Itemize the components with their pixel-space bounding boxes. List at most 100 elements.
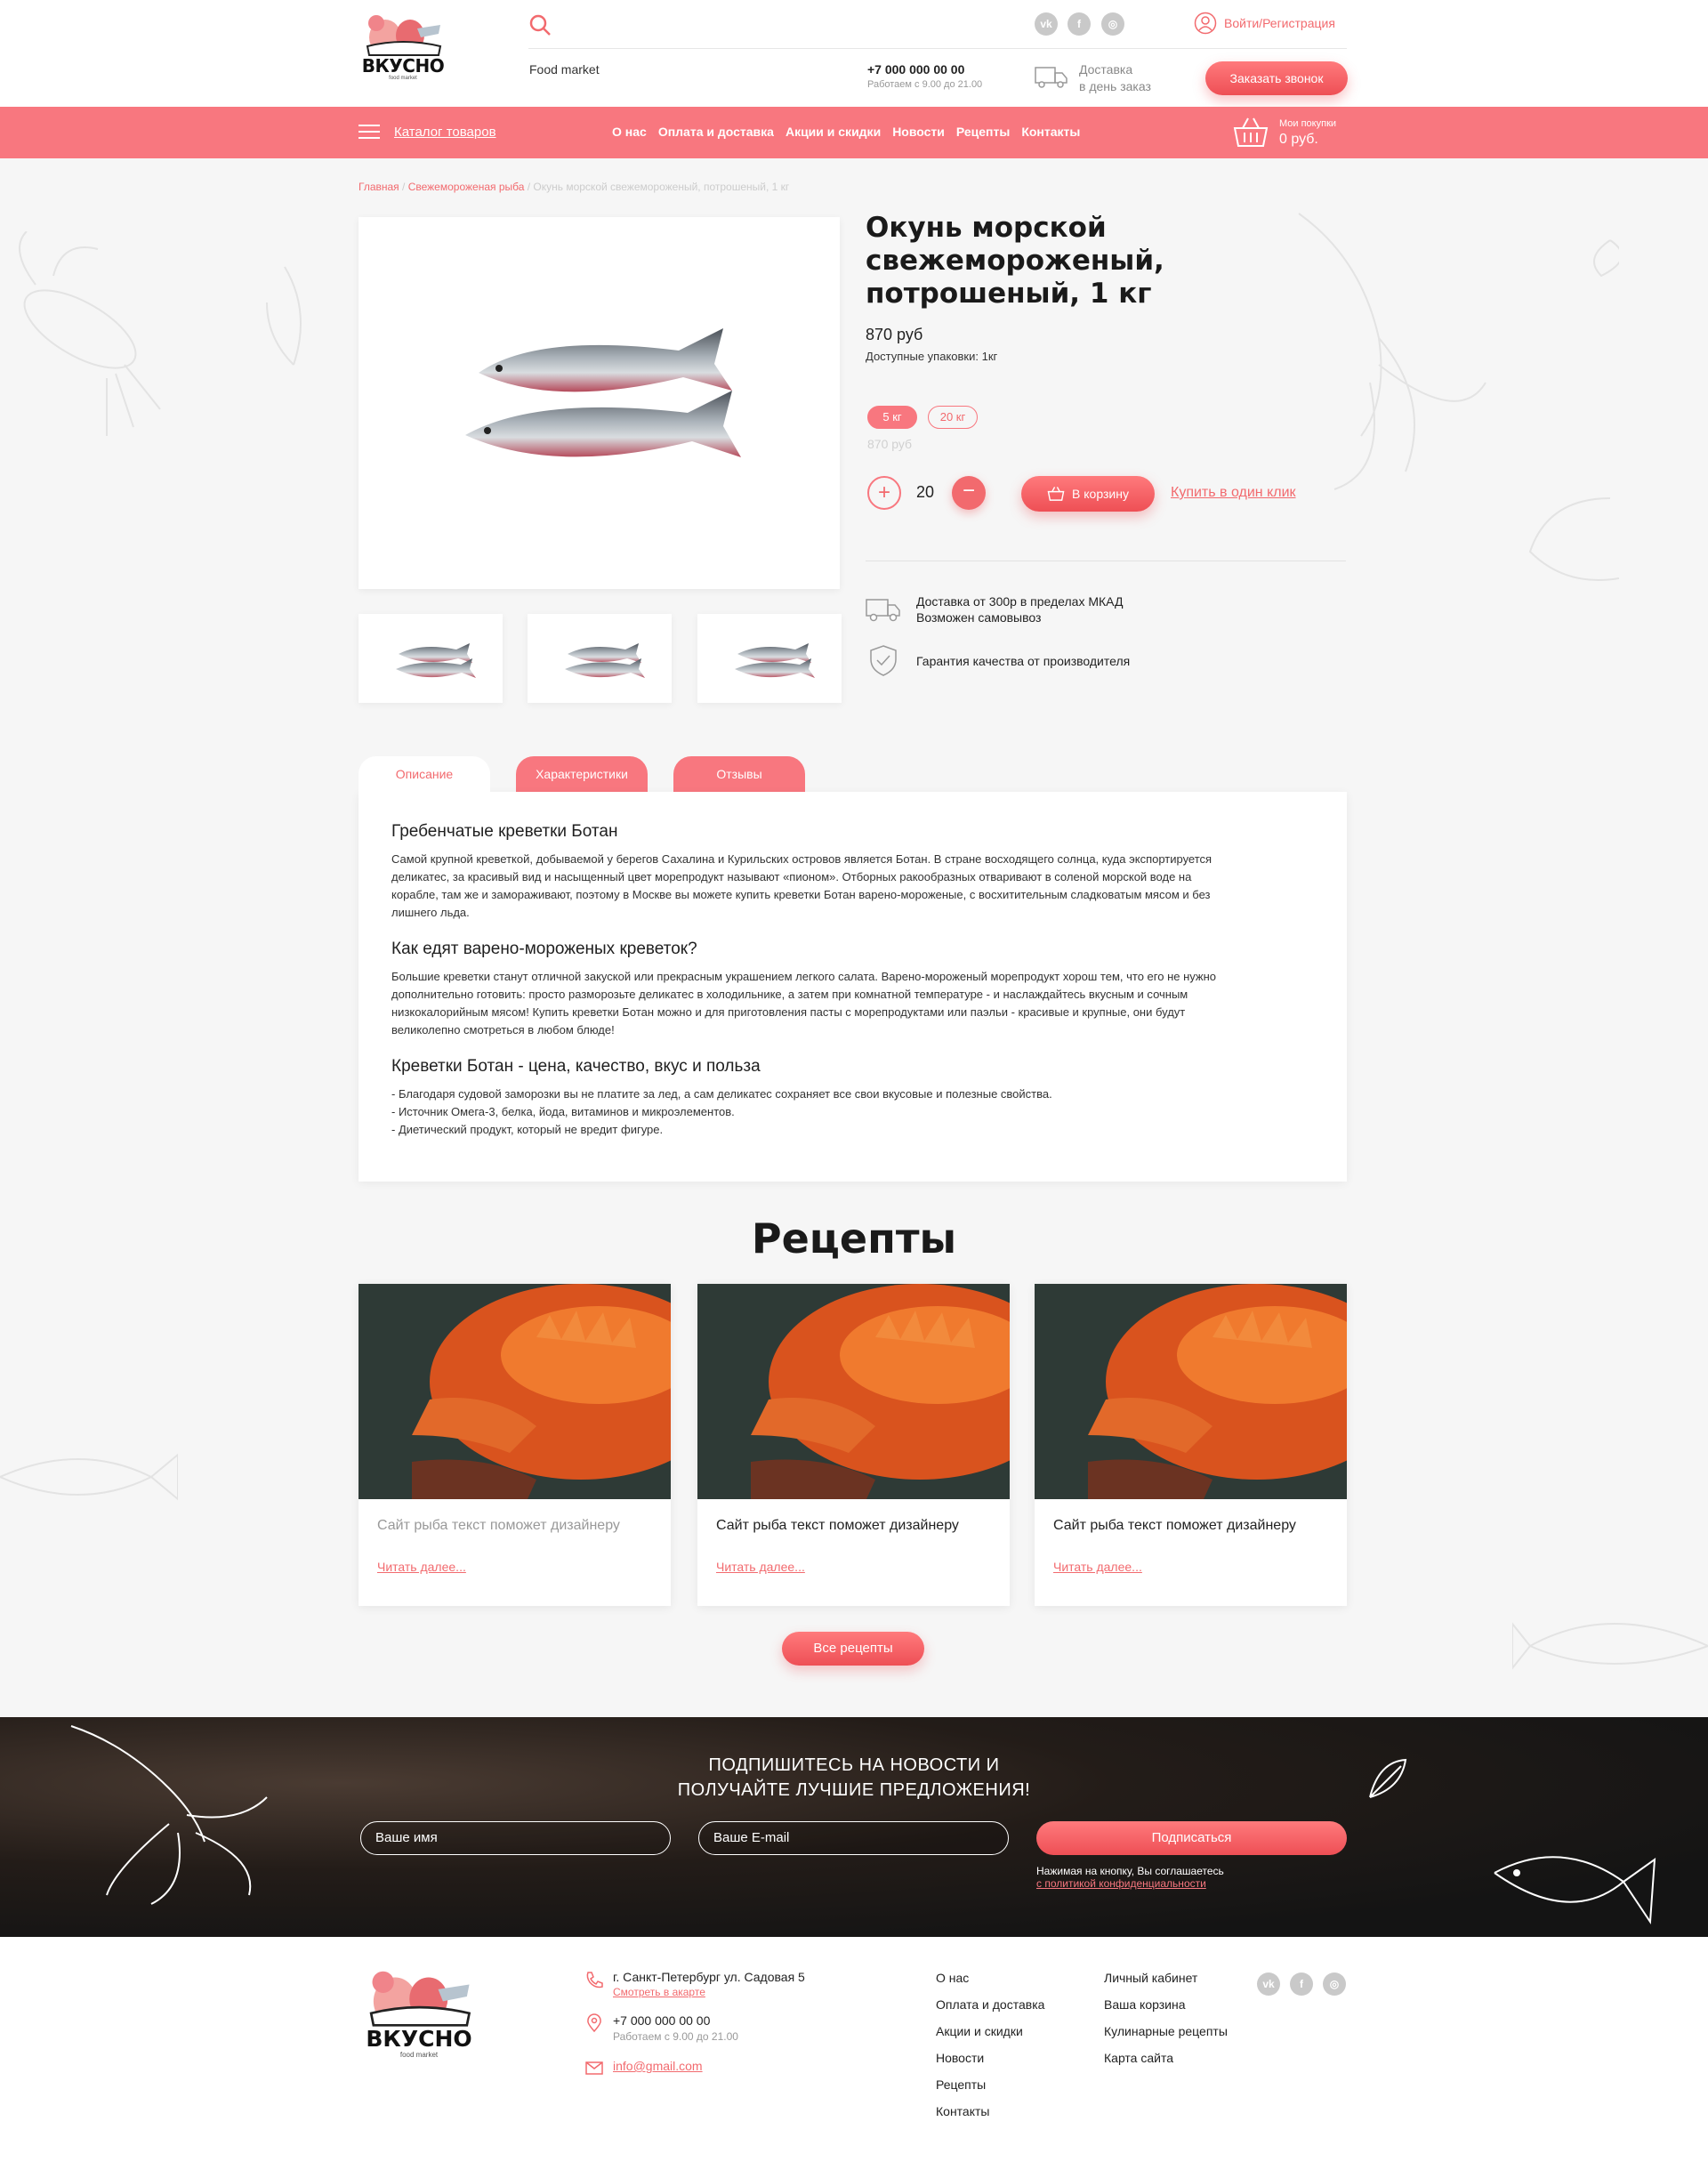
recipe-card-3[interactable]: Сайт рыба текст поможет дизайнеру Читать… [1035,1284,1347,1606]
read-more-link[interactable]: Читать далее... [716,1560,805,1574]
login-link[interactable]: Войти/Регистрация [1194,12,1335,35]
footer-link-news[interactable]: Новости [936,2051,1044,2077]
nav-item-sales[interactable]: Акции и скидки [786,125,881,139]
quantity-decrease-button[interactable]: − [952,476,986,510]
subscribe-button[interactable]: Подписаться [1036,1821,1347,1855]
quantity-value[interactable]: 20 [916,483,934,502]
footer-link-about[interactable]: О нас [936,1971,1044,1997]
vk-icon[interactable]: vk [1257,1972,1280,1996]
available-packs: Доступные упаковки: 1кг [866,350,998,363]
footer-address: г. Санкт-Петербург ул. Садовая 5 [613,1970,805,1984]
product-thumb-1[interactable] [359,614,503,703]
pack-option-20kg[interactable]: 20 кг [928,406,978,429]
squid-doodle-icon [1298,213,1619,581]
nav-item-news[interactable]: Новости [892,125,945,139]
pack-price: 870 руб [867,437,913,451]
footer-menu-1: О нас Оплата и доставка Акции и скидки Н… [936,1971,1044,2131]
vk-icon[interactable]: vk [1035,12,1058,36]
map-link[interactable]: Смотреть в акарте [613,1986,705,1998]
product-thumb-2[interactable] [528,614,672,703]
quantity-increase-button[interactable]: + [867,476,901,510]
brand-sub: food market [389,76,417,81]
footer-email[interactable]: info@gmail.com [613,2059,703,2073]
facebook-icon[interactable]: f [1290,1972,1313,1996]
brand-name: ВКУСНО [361,55,445,77]
footer-link-contacts[interactable]: Контакты [936,2104,1044,2131]
fish-doodle-icon [0,1453,178,1501]
description-heading-3: Креветки Ботан - цена, качество, вкус и … [391,1057,761,1076]
feature-delivery: Доставка от 300р в пределах МКАД Возможе… [916,593,1123,625]
footer-link-sitemap[interactable]: Карта сайта [1104,2051,1228,2077]
header-phone[interactable]: +7 000 000 00 00 [867,62,964,77]
search-icon[interactable] [528,13,552,36]
quality-shield-icon [870,645,897,676]
tab-description[interactable]: Описание [359,756,490,799]
delivery-line-2: в день заказ [1079,79,1151,93]
facebook-icon[interactable]: f [1068,12,1091,36]
logo[interactable]: ВКУСНО food market [359,11,447,93]
nav-item-contacts[interactable]: Контакты [1021,125,1080,139]
footer-link-payment[interactable]: Оплата и доставка [936,1997,1044,2024]
nav-item-payment[interactable]: Оплата и доставка [658,125,774,139]
read-more-link[interactable]: Читать далее... [1053,1560,1142,1574]
footer-link-sales[interactable]: Акции и скидки [936,2024,1044,2051]
location-pin-icon [587,2013,601,2033]
footer-link-account[interactable]: Личный кабинет [1104,1971,1228,1997]
basket-icon[interactable] [1232,116,1269,149]
breadcrumb-home[interactable]: Главная [359,181,399,193]
recipes-title: Рецепты [751,1214,957,1263]
add-to-cart-label: В корзину [1072,487,1129,501]
product-thumb-3[interactable] [697,614,842,703]
buy-one-click-link[interactable]: Купить в один клик [1171,485,1296,501]
footer-menu-2: Личный кабинет Ваша корзина Кулинарные р… [1104,1971,1228,2077]
catalog-link[interactable]: Каталог товаров [394,125,496,140]
menu-icon[interactable] [359,125,380,141]
main-nav: Каталог товаров О нас Оплата и доставка … [0,107,1708,158]
callback-button[interactable]: Заказать звонок [1205,61,1348,95]
description-paragraph-1: Самой крупной креветкой, добываемой у бе… [391,852,1213,919]
footer-link-cooking[interactable]: Кулинарные рецепты [1104,2024,1228,2051]
footer-logo[interactable]: ВКУСНО food market [359,1965,479,2074]
subscribe-title: ПОДПИШИТЕСЬ НА НОВОСТИ И ПОЛУЧАЙТЕ ЛУЧШИ… [0,1753,1708,1803]
product-main-image[interactable] [359,217,840,589]
cart-value[interactable]: 0 руб. [1279,132,1318,148]
footer-link-recipes[interactable]: Рецепты [936,2077,1044,2104]
description-panel: Гребенчатые креветки Ботан Самой крупной… [359,792,1347,1182]
description-heading-2: Как едят варено-мороженых креветок? [391,940,697,958]
tab-characteristics[interactable]: Характеристики [516,756,648,795]
footer-hours: Работаем с 9.00 до 21.00 [613,2030,738,2043]
recipe-card-2[interactable]: Сайт рыба текст поможет дизайнеру Читать… [697,1284,1010,1606]
nav-item-about[interactable]: О нас [612,125,647,139]
tagline: Food market [529,62,600,77]
recipe-title: Сайт рыба текст поможет дизайнеру [1053,1518,1296,1533]
squid-outline-icon [70,1725,268,1905]
cart-label: Мои покупки [1279,118,1337,129]
fish-thumb-image [735,643,815,678]
header-hours: Работаем с 9.00 до 21.00 [867,79,983,90]
delivery-line-1: Доставка [1079,62,1133,77]
nav-item-recipes[interactable]: Рецепты [956,125,1010,139]
footer-phone[interactable]: +7 000 000 00 00 [613,2013,710,2028]
email-input[interactable]: Ваше E-mail [698,1821,1009,1855]
breadcrumb-category[interactable]: Свежемороженая рыба [408,181,525,193]
tab-reviews[interactable]: Отзывы [673,756,805,795]
breadcrumb: Главная / Свежемороженая рыба / Окунь мо… [359,181,790,193]
footer-link-cart[interactable]: Ваша корзина [1104,1997,1228,2024]
privacy-policy-link[interactable]: с политикой конфиденциальности [1036,1877,1206,1890]
name-input[interactable]: Ваше имя [360,1821,671,1855]
instagram-icon[interactable]: ◎ [1323,1972,1346,1996]
subscribe-line-1: ПОДПИШИТЕСЬ НА НОВОСТИ И [708,1755,1000,1775]
recipe-card-1[interactable]: Сайт рыба текст поможет дизайнеру Читать… [359,1284,671,1606]
description-list: - Благодаря судовой заморозки вы не плат… [391,1085,1314,1139]
delivery-truck-icon [866,599,900,622]
instagram-icon[interactable]: ◎ [1101,12,1124,36]
crab-image [1035,1284,1347,1499]
list-item: - Источник Омега-3, белка, йода, витамин… [391,1105,735,1118]
add-to-cart-button[interactable]: В корзину [1021,476,1155,512]
all-recipes-button[interactable]: Все рецепты [782,1632,924,1666]
breadcrumb-current: Окунь морской свежемороженый, потрошеный… [533,181,790,193]
footer: ВКУСНО food market г. Санкт-Петербург ул… [0,1937,1708,2162]
pack-option-5kg[interactable]: 5 кг [867,406,917,429]
read-more-link[interactable]: Читать далее... [377,1560,466,1574]
logo-seafood-icon [366,15,442,56]
